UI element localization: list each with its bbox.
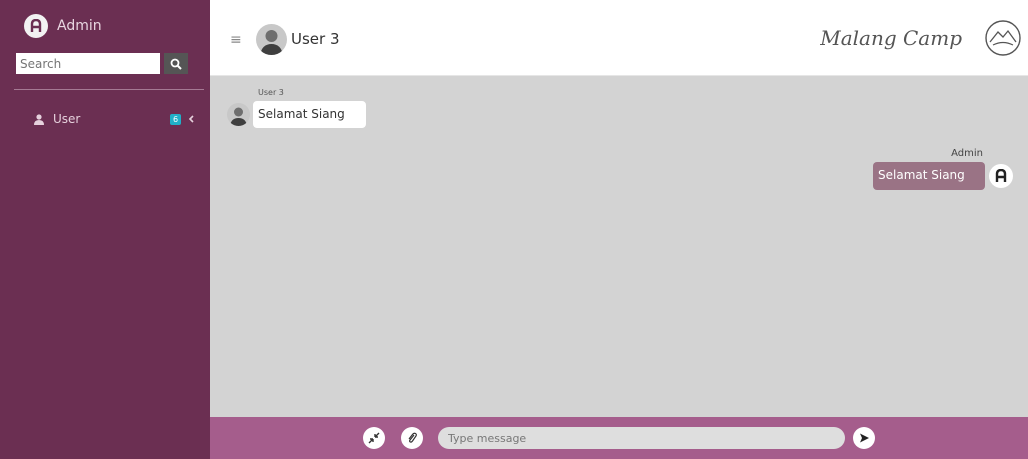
message-composer	[210, 417, 1028, 459]
admin-avatar-icon	[989, 164, 1013, 188]
compress-icon[interactable]	[363, 427, 385, 449]
paperclip-icon[interactable]	[401, 427, 423, 449]
search-form	[16, 53, 188, 74]
sidebar-item-label: User	[53, 112, 81, 126]
search-icon	[170, 58, 182, 70]
user-avatar	[256, 24, 287, 55]
incoming-message-bubble: Selamat Siang	[253, 101, 366, 128]
user-icon	[34, 113, 44, 125]
send-button[interactable]	[853, 427, 875, 449]
incoming-sender-name: User 3	[258, 88, 284, 97]
chat-header: ≡ User 3 Malang Camp	[210, 0, 1028, 76]
hamburger-icon[interactable]: ≡	[230, 33, 242, 47]
chat-username: User 3	[291, 30, 340, 48]
incoming-avatar	[227, 103, 250, 126]
outgoing-sender-name: Admin	[951, 148, 983, 159]
outgoing-message-bubble: Selamat Siang	[873, 162, 985, 190]
sidebar-item-user[interactable]: User 6	[34, 112, 194, 126]
send-icon	[860, 433, 869, 443]
chevron-left-icon[interactable]	[188, 115, 194, 123]
message-input[interactable]	[438, 427, 845, 449]
admin-logo-icon	[24, 14, 48, 38]
mountain-logo-icon	[984, 19, 1022, 61]
search-input[interactable]	[16, 53, 160, 74]
sidebar: Admin User 6	[0, 0, 210, 459]
brand-name: Admin	[57, 18, 102, 34]
sidebar-divider	[14, 89, 204, 90]
user-count-badge: 6	[170, 113, 181, 125]
brand: Admin	[24, 14, 102, 38]
camp-title: Malang Camp	[820, 26, 962, 50]
chat-messages: User 3 Selamat Siang Admin Selamat Siang	[210, 76, 1028, 417]
search-button[interactable]	[164, 53, 188, 74]
